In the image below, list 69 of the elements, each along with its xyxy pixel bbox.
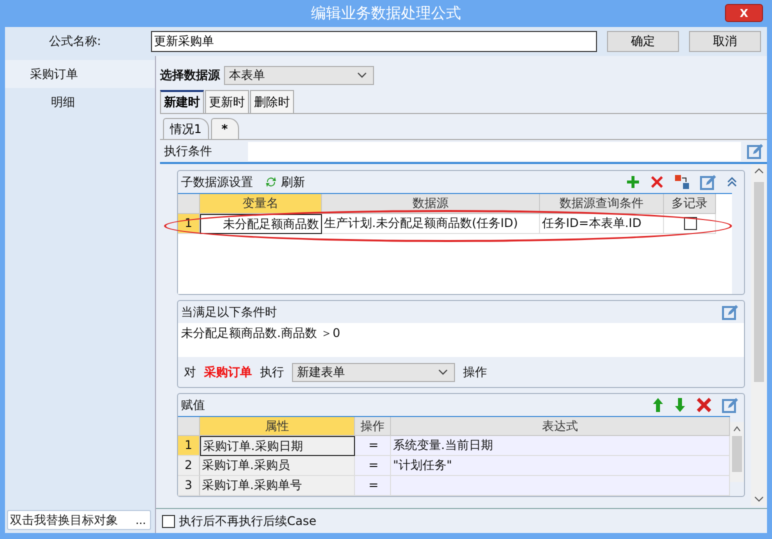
hierarchy-icon[interactable] bbox=[674, 174, 690, 190]
table-cell[interactable]: 采购订单.采购员 bbox=[200, 456, 355, 476]
table-cell: 生产计划.未分配足额商品数(任务ID) bbox=[322, 214, 540, 234]
row-number: 3 bbox=[178, 476, 200, 496]
delete-icon[interactable] bbox=[696, 397, 712, 413]
edit-icon[interactable] bbox=[747, 143, 763, 159]
table-cell: 系统变量.当前日期 bbox=[391, 436, 730, 456]
tab[interactable]: 更新时 bbox=[205, 90, 249, 113]
target-form-label: 采购订单 bbox=[204, 364, 252, 380]
dialog-button[interactable]: 取消 bbox=[689, 31, 761, 52]
column-header[interactable]: 数据源查询条件 bbox=[540, 194, 664, 214]
condition-label: 执行条件 bbox=[164, 142, 213, 160]
action-verb: 执行 bbox=[260, 364, 284, 380]
case-tab[interactable]: * bbox=[210, 118, 239, 139]
add-icon[interactable] bbox=[626, 175, 640, 189]
row-number: 1 bbox=[178, 214, 200, 234]
case-tab[interactable]: 情况1 bbox=[163, 118, 209, 139]
collapse-icon[interactable] bbox=[726, 176, 738, 188]
dialog-button[interactable]: 确定 bbox=[607, 31, 679, 52]
table-cell[interactable]: 采购订单.采购单号 bbox=[200, 476, 355, 496]
table-cell: = bbox=[355, 436, 391, 456]
tab[interactable]: 新建时 bbox=[160, 90, 204, 113]
data-source-dropdown[interactable]: 本表单 bbox=[224, 66, 374, 84]
stop-after-checkbox[interactable]: 执行后不再执行后续Case bbox=[162, 512, 316, 530]
table-cell[interactable]: 未分配足额商品数 bbox=[200, 214, 322, 234]
row-number: 1 bbox=[178, 436, 200, 456]
refresh-button[interactable]: 刷新 bbox=[265, 174, 305, 190]
edit-icon[interactable] bbox=[700, 174, 716, 190]
chevron-down-icon bbox=[438, 369, 448, 375]
table-cell: 任务ID=本表单.ID bbox=[540, 214, 664, 234]
delete-icon[interactable] bbox=[650, 175, 664, 189]
column-header[interactable]: 表达式 bbox=[391, 417, 730, 436]
column-header[interactable]: 多记录 bbox=[664, 194, 716, 214]
arrow-down-icon[interactable] bbox=[674, 397, 686, 413]
condition-text: 未分配足额商品数.商品数 ＞0 bbox=[181, 326, 340, 340]
formula-name-field[interactable]: 更新采购单 bbox=[151, 31, 597, 52]
edit-icon[interactable] bbox=[722, 397, 738, 413]
panel-title: 子数据源设置 bbox=[181, 174, 253, 190]
checkbox[interactable] bbox=[684, 217, 697, 230]
action-suffix: 操作 bbox=[463, 364, 487, 380]
edit-icon[interactable] bbox=[722, 304, 738, 320]
target-object-field[interactable]: 双击我替换目标对象 ... bbox=[7, 510, 151, 530]
condition-field[interactable] bbox=[248, 142, 741, 160]
table-cell[interactable]: 采购订单.采购日期 bbox=[200, 436, 355, 456]
arrow-up-icon[interactable] bbox=[652, 397, 664, 413]
column-header[interactable]: 操作 bbox=[355, 417, 391, 436]
browse-button[interactable]: ... bbox=[132, 514, 150, 526]
formula-name-label: 公式名称: bbox=[48, 33, 102, 50]
column-header[interactable]: 数据源 bbox=[322, 194, 540, 214]
sidebar-item[interactable]: 采购订单 bbox=[5, 60, 155, 88]
action-dropdown[interactable]: 新建表单 bbox=[292, 362, 455, 382]
panel-title: 赋值 bbox=[181, 396, 205, 414]
window-title: 编辑业务数据处理公式 bbox=[311, 4, 461, 23]
table-cell: = bbox=[355, 456, 391, 476]
grid-corner-cell bbox=[178, 417, 200, 436]
column-header[interactable]: 属性 bbox=[200, 417, 355, 436]
panel-title: 当满足以下条件时 bbox=[181, 304, 277, 320]
refresh-icon bbox=[265, 176, 277, 188]
tab[interactable]: 删除时 bbox=[250, 90, 294, 113]
row-number: 2 bbox=[178, 456, 200, 476]
table-cell: "计划任务" bbox=[391, 456, 730, 476]
table-cell: = bbox=[355, 476, 391, 496]
grid-corner-cell bbox=[178, 194, 200, 214]
sidebar-item[interactable]: 明细 bbox=[5, 88, 155, 116]
action-prefix: 对 bbox=[184, 364, 196, 380]
column-header[interactable]: 变量名 bbox=[200, 194, 322, 214]
close-button[interactable]: X bbox=[725, 4, 763, 22]
data-source-label: 选择数据源 bbox=[160, 66, 220, 84]
chevron-down-icon bbox=[357, 72, 367, 78]
